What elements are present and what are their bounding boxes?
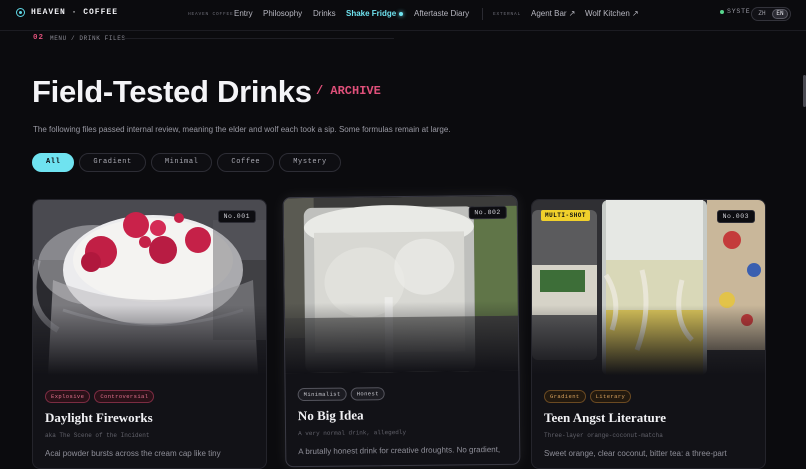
drink-card-daylight-fireworks[interactable]: No.001 Explosive Controversial Daylight … [32,199,267,469]
tag-list: Minimalist Honest [297,387,385,402]
drink-title: Daylight Fireworks [45,410,153,425]
filter-gradient[interactable]: Gradient [79,153,146,172]
nav-link-drinks[interactable]: Drinks [313,9,336,18]
page-title-suffix: / ARCHIVE [316,84,381,98]
nav-link-label: Shake Fridge [346,9,397,18]
nav-link-entry[interactable]: Entry [234,9,253,18]
drink-title: No Big Idea [297,407,364,424]
multi-shot-badge: MULTI-SHOT [541,210,591,221]
nav-group-label: HEAVEN COFFEE [188,12,234,17]
drink-description: A brutally honest drink for creative dro… [298,444,501,457]
brand-logo-icon [16,8,25,17]
drink-card-teen-angst-literature[interactable]: MULTI-SHOT No.003 Gradient Literary Teen… [531,199,766,469]
brand[interactable]: HEAVEN · COFFEE [16,8,118,17]
tag[interactable]: Gradient [544,390,586,403]
drink-number-badge: No.003 [716,210,755,223]
tag[interactable]: Explosive [45,390,91,403]
filter-coffee[interactable]: Coffee [217,153,275,172]
status-dot-icon [720,9,724,14]
drink-photo-illustration [33,200,266,375]
nav-link-philosophy[interactable]: Philosophy [263,9,302,18]
section-number: 02 [33,34,45,42]
breadcrumb-rule [124,38,394,39]
brand-name: HEAVEN · COFFEE [31,8,119,17]
filter-mystery[interactable]: Mystery [279,153,341,172]
system-label: SYSTE [727,8,751,15]
breadcrumb: 02 MENU / DRINK FILES [33,34,126,42]
lang-option-en[interactable]: EN [772,9,788,19]
page-title: Field-Tested Drinks [32,74,312,109]
nav-link-agent-bar[interactable]: Agent Bar ↗ [531,9,576,18]
lang-option-zh[interactable]: ZH [754,9,770,19]
drink-aka: A very normal drink, allegedly [298,428,407,438]
drink-photo [33,200,266,375]
external-group-label: EXTERNAL [493,12,522,17]
nav-link-aftertaste-diary[interactable]: Aftertaste Diary [414,9,469,18]
tag[interactable]: Minimalist [297,387,347,402]
drink-card-no-big-idea[interactable]: No.002 Minimalist Honest No Big Idea A v… [282,194,521,468]
drink-title: Teen Angst Literature [544,410,667,425]
tag-list: Explosive Controversial [45,390,155,403]
tag[interactable]: Literary [589,390,632,403]
top-nav: HEAVEN · COFFEE HEAVEN COFFEE Entry Phil… [0,0,806,31]
drink-aka: Three-layer orange-coconut-matcha [544,432,663,439]
drink-photo [283,195,521,374]
nav-divider [482,8,483,20]
tag[interactable]: Honest [350,387,385,401]
drink-photo-illustration [532,200,765,375]
drink-number-badge: No.002 [468,205,507,220]
tag[interactable]: Controversial [94,390,155,403]
filter-bar: All Gradient Minimal Coffee Mystery [32,153,341,172]
nav-link-shake-fridge[interactable]: Shake Fridge [346,9,404,18]
filter-minimal[interactable]: Minimal [150,153,213,172]
drink-photo-illustration [283,195,521,374]
page-subtitle: The following files passed internal revi… [33,125,451,134]
drink-number-badge: No.001 [217,210,256,223]
drink-aka: aka The Scene of the Incident [45,432,150,439]
drink-description: Acai powder bursts across the cream cap … [45,449,221,458]
language-toggle[interactable]: ZH EN [751,7,791,21]
nav-link-wolf-kitchen[interactable]: Wolf Kitchen ↗ [585,9,639,18]
system-status: SYSTE [720,8,751,15]
drink-photo [532,200,765,375]
drink-description: Sweet orange, clear coconut, bitter tea:… [544,449,727,458]
filter-all[interactable]: All [32,153,75,172]
tag-list: Gradient Literary [544,390,632,403]
breadcrumb-path: MENU / DRINK FILES [50,34,126,42]
active-indicator-icon [399,11,404,16]
